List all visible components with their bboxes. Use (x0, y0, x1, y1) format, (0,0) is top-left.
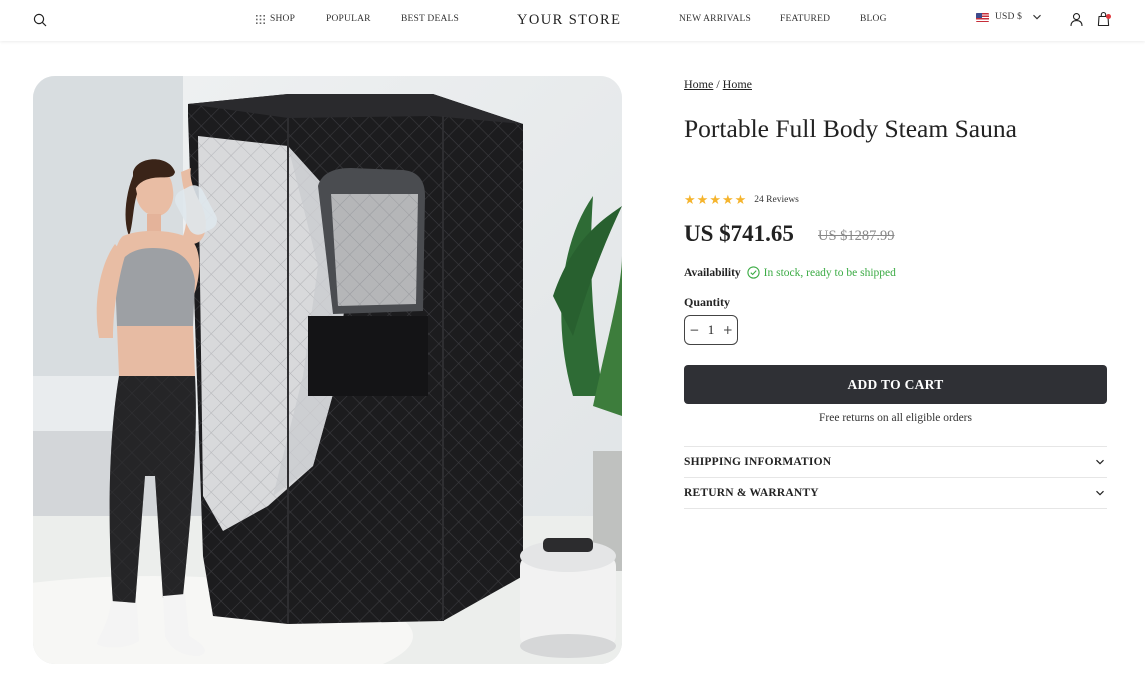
store-logo[interactable]: YOUR STORE (517, 12, 621, 29)
currency-selector[interactable]: USD $ (976, 12, 1042, 22)
currency-label: USD $ (995, 12, 1023, 22)
product-title: Portable Full Body Steam Sauna (684, 114, 1017, 143)
star-icon: ★ (709, 192, 721, 207)
breadcrumb-separator: / (716, 77, 720, 91)
site-header: SHOP POPULAR BEST DEALS YOUR STORE NEW A… (0, 0, 1145, 41)
free-returns-note: Free returns on all eligible orders (819, 412, 972, 424)
cart-badge (1106, 14, 1111, 19)
chevron-down-icon (1096, 490, 1104, 496)
product-photo (33, 76, 622, 664)
nav-shop[interactable]: SHOP (256, 14, 295, 24)
star-icon: ★ (684, 192, 696, 207)
availability: Availability In stock, ready to be shipp… (684, 266, 896, 279)
grid-icon (256, 14, 265, 24)
breadcrumb: Home / Home (684, 77, 752, 92)
stock-status: In stock, ready to be shipped (747, 266, 896, 279)
quantity-label: Quantity (684, 295, 731, 309)
quantity-stepper: − 1 + (684, 315, 738, 345)
nav-blog[interactable]: BLOG (860, 14, 887, 24)
product-price: US $741.65 (684, 221, 794, 246)
nav-popular[interactable]: POPULAR (326, 14, 371, 24)
product-accordion: SHIPPING INFORMATION RETURN & WARRANTY (684, 446, 1107, 509)
quantity-value[interactable]: 1 (708, 322, 715, 338)
increase-quantity-button[interactable]: + (723, 323, 733, 337)
nav-best-deals[interactable]: BEST DEALS (401, 14, 459, 24)
breadcrumb-link-home[interactable]: Home (684, 77, 713, 91)
accordion-title: SHIPPING INFORMATION (684, 456, 832, 468)
chevron-down-icon (1096, 459, 1104, 465)
accordion-return-warranty[interactable]: RETURN & WARRANTY (684, 478, 1107, 509)
breadcrumb-link-home-2[interactable]: Home (723, 77, 752, 91)
compare-at-price: US $1287.99 (818, 228, 895, 244)
availability-label: Availability (684, 266, 741, 279)
check-circle-icon (747, 266, 760, 279)
nav-shop-label: SHOP (270, 14, 296, 24)
add-to-cart-button[interactable]: ADD TO CART (684, 365, 1107, 404)
chevron-down-icon (1033, 14, 1042, 20)
accordion-title: RETURN & WARRANTY (684, 487, 819, 499)
us-flag-icon (976, 12, 989, 22)
nav-featured[interactable]: FEATURED (780, 14, 830, 24)
decrease-quantity-button[interactable]: − (689, 323, 699, 337)
nav-new-arrivals[interactable]: NEW ARRIVALS (679, 14, 751, 24)
product-image[interactable] (33, 76, 622, 664)
search-icon[interactable] (33, 13, 47, 27)
stock-status-text: In stock, ready to be shipped (763, 266, 896, 279)
product-rating[interactable]: ★ ★ ★ ★ ★ 24 Reviews (684, 193, 799, 207)
star-icon: ★ (721, 192, 734, 207)
user-icon[interactable] (1069, 12, 1084, 27)
star-icon: ★ (734, 192, 747, 207)
star-icon: ★ (696, 192, 709, 207)
reviews-count[interactable]: 24 Reviews (754, 195, 799, 205)
accordion-shipping-information[interactable]: SHIPPING INFORMATION (684, 447, 1107, 478)
